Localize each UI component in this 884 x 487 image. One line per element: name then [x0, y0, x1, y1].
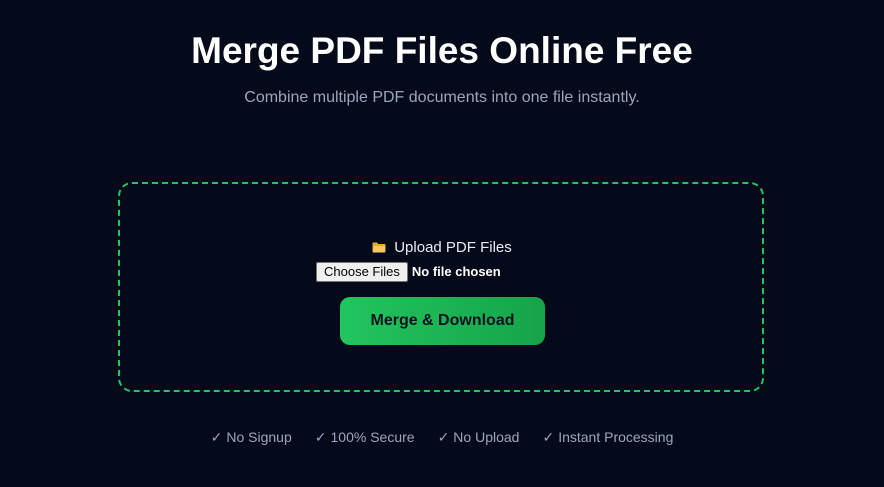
- feature-item: ✓ Instant Processing: [542, 428, 673, 446]
- merge-download-button[interactable]: Merge & Download: [340, 297, 545, 345]
- feature-label: Instant Processing: [558, 429, 674, 445]
- upload-label-text: Upload PDF Files: [394, 239, 512, 256]
- feature-label: 100% Secure: [330, 429, 415, 445]
- check-icon: ✓: [210, 429, 223, 445]
- feature-item: ✓ No Upload: [438, 428, 520, 446]
- folder-icon: [372, 242, 386, 253]
- check-icon: ✓: [314, 429, 327, 445]
- feature-item: ✓ 100% Secure: [315, 428, 415, 446]
- file-status-text: No file chosen: [411, 264, 501, 279]
- check-icon: ✓: [437, 429, 450, 445]
- feature-label: No Signup: [226, 429, 292, 445]
- feature-item: ✓ No Signup: [211, 428, 292, 446]
- choose-files-button[interactable]: Choose Files: [316, 262, 408, 282]
- file-input[interactable]: Choose Files No file chosen: [316, 262, 501, 282]
- page-title: Merge PDF Files Online Free: [191, 30, 693, 71]
- feature-label: No Upload: [453, 429, 520, 445]
- upload-label: Upload PDF Files: [0, 238, 884, 258]
- merge-pdf-page: Merge PDF Files Online Free Combine mult…: [0, 0, 884, 487]
- check-icon: ✓: [542, 429, 555, 445]
- page-subtitle: Combine multiple PDF documents into one …: [244, 89, 640, 106]
- feature-list: ✓ No Signup ✓ 100% Secure ✓ No Upload ✓ Inst…: [0, 428, 884, 446]
- upload-dropzone[interactable]: [118, 182, 764, 392]
